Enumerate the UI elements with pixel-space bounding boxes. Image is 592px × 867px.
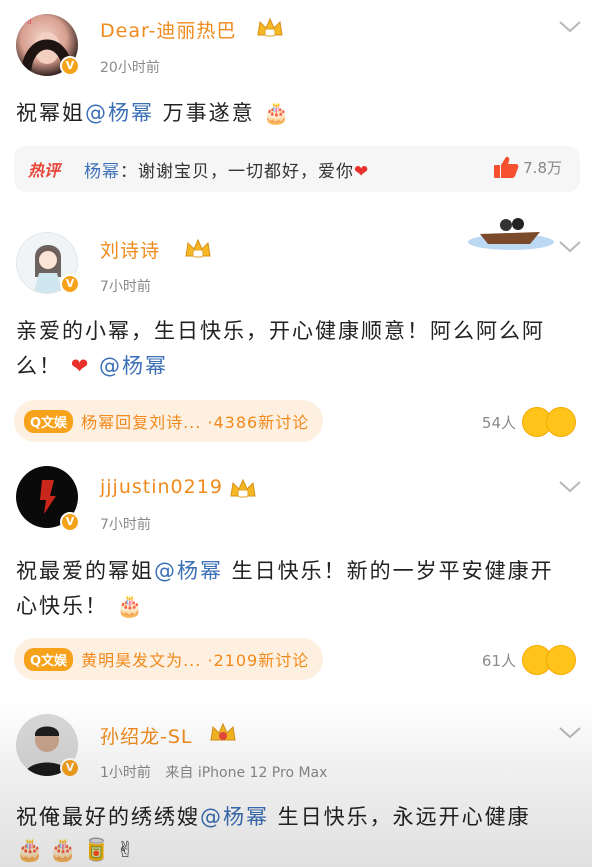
crown-icon	[210, 722, 236, 741]
cake-icon: 🎂	[116, 594, 145, 618]
username[interactable]: 刘诗诗	[100, 236, 160, 263]
grinning-face-icon	[546, 407, 576, 437]
verified-badge-icon: V	[60, 274, 80, 294]
boat-sticker-icon	[468, 218, 554, 250]
username[interactable]: 孙绍龙-SL	[100, 722, 193, 749]
victory-hand-icon: ✌	[116, 838, 135, 863]
topic-tag: Q文娱	[24, 409, 74, 433]
hot-reply[interactable]: 热评 杨幂：谢谢宝贝，一切都好，爱你❤ 7.8万	[14, 146, 580, 192]
comment-text: 祝幂姐@杨幂 万事遂意 🎂	[16, 101, 292, 125]
timestamp: 1小时前 来自 iPhone 12 Pro Max	[100, 765, 328, 781]
like-button[interactable]: 7.8万	[493, 155, 562, 179]
crown-icon	[185, 238, 211, 258]
svg-text:Dil: Dil	[20, 17, 32, 27]
chevron-down-icon[interactable]	[558, 480, 582, 494]
reaction-emojis[interactable]	[522, 407, 576, 437]
mention-link[interactable]: @杨幂	[85, 101, 154, 125]
like-count: 7.8万	[523, 158, 562, 177]
comment-text: 亲爱的小幂，生日快乐，开心健康顺意！阿么阿么阿么！ ❤ @杨幂	[16, 319, 545, 378]
mention-link[interactable]: @杨幂	[200, 805, 269, 829]
thumbs-up-icon	[494, 156, 519, 178]
topic-tag: Q文娱	[24, 647, 74, 671]
topic-text: 黄明昊发文为... ·2109新讨论	[81, 651, 310, 670]
reaction-emojis[interactable]	[522, 645, 576, 675]
verified-badge-icon: V	[60, 512, 80, 532]
timestamp: 20小时前	[100, 60, 160, 76]
cake-icon: 🎂	[49, 838, 77, 863]
discussion-count: 54人	[481, 414, 516, 432]
can-icon: 🥫	[82, 838, 111, 863]
chevron-down-icon[interactable]	[558, 20, 582, 34]
timestamp: 7小时前	[100, 279, 151, 295]
hot-reply-text: 杨幂：谢谢宝贝，一切都好，爱你❤	[84, 162, 370, 182]
heart-icon: ❤	[70, 354, 91, 378]
grinning-face-icon	[546, 645, 576, 675]
topic-text: 杨幂回复刘诗... ·4386新讨论	[81, 413, 310, 432]
username[interactable]: Dear-迪丽热巴	[100, 16, 236, 43]
chevron-down-icon[interactable]	[558, 240, 582, 254]
cake-icon: 🎂	[16, 838, 44, 863]
verified-badge-icon: V	[60, 56, 80, 76]
username[interactable]: jjjustin0219	[100, 476, 223, 498]
topic-pill[interactable]: Q文娱 黄明昊发文为... ·2109新讨论	[14, 638, 324, 680]
verified-badge-icon: V	[60, 758, 80, 778]
comment-text: 祝俺最好的绣绣嫂@杨幂 生日快乐，永远开心健康	[16, 805, 531, 829]
chevron-down-icon[interactable]	[558, 726, 582, 740]
comment-item: Dil V Dear-迪丽热巴 20小时前 祝幂姐@杨幂 万事遂意 🎂 热评 杨…	[0, 0, 592, 200]
cake-icon: 🎂	[263, 101, 292, 125]
timestamp: 7小时前	[100, 517, 151, 533]
crown-icon	[257, 17, 283, 37]
comment-item: V 孙绍龙-SL 1小时前 来自 iPhone 12 Pro Max 祝俺最好的…	[0, 700, 592, 867]
mention-link[interactable]: @杨幂	[99, 354, 168, 378]
crown-icon	[230, 478, 256, 498]
emoji-row: 🎂 🎂 🥫 ✌	[16, 838, 135, 863]
post-source: 来自 iPhone 12 Pro Max	[165, 765, 328, 781]
comment-item: V jjjustin0219 7小时前 祝最爱的幂姐@杨幂 生日快乐！新的一岁平…	[0, 450, 592, 700]
mention-link[interactable]: @杨幂	[154, 559, 223, 583]
comment-text: 祝最爱的幂姐@杨幂 生日快乐！新的一岁平安健康开心快乐！ 🎂	[16, 559, 554, 618]
heart-icon: ❤	[354, 162, 370, 182]
comment-item: V 刘诗诗 7小时前 亲爱的小幂，生日快乐，开心健康顺意！阿么阿么阿么！ ❤ @…	[0, 200, 592, 450]
hot-reply-tag: 热评	[28, 161, 61, 180]
discussion-count: 61人	[481, 652, 516, 670]
topic-pill[interactable]: Q文娱 杨幂回复刘诗... ·4386新讨论	[14, 400, 324, 442]
